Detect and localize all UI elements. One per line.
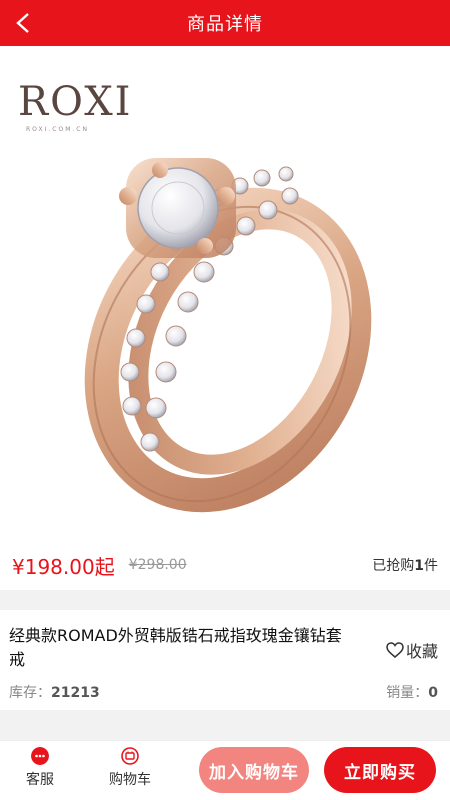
current-price: ¥198.00起 bbox=[12, 554, 115, 579]
stock-label: 库存： bbox=[9, 685, 51, 701]
favorite-label: 收藏 bbox=[405, 642, 438, 661]
sales-label: 销量： bbox=[386, 685, 429, 701]
product-image[interactable]: ROXI ROXI.COM.CN bbox=[0, 46, 450, 540]
customer-service-button[interactable]: 客服 bbox=[10, 747, 70, 789]
stock-info: 库存：21213 bbox=[9, 682, 100, 702]
product-info: 经典款ROMAD外贸韩版锆石戒指玫瑰金镶钻套戒 收藏 库存：21213 销量：0 bbox=[0, 610, 450, 710]
buy-now-button[interactable]: 立即购买 bbox=[324, 747, 436, 793]
price-row: ¥198.00起 ¥298.00 已抢购1件 bbox=[0, 540, 450, 590]
chat-bubble-icon bbox=[31, 747, 49, 765]
heart-icon bbox=[386, 642, 404, 658]
sold-count: 已抢购1件 bbox=[372, 555, 438, 575]
product-name: 经典款ROMAD外贸韩版锆石戒指玫瑰金镶钻套戒 bbox=[9, 626, 342, 669]
ring-illustration bbox=[84, 158, 372, 513]
product-meta: 库存：21213 销量：0 bbox=[9, 682, 438, 702]
cart-tab-label: 购物车 bbox=[109, 772, 151, 788]
page-title: 商品详情 bbox=[187, 14, 263, 35]
favorite-button[interactable]: 收藏 bbox=[386, 638, 438, 662]
sold-number: 1 bbox=[414, 558, 424, 574]
header-bar: 商品详情 bbox=[0, 0, 450, 46]
sold-suffix: 件 bbox=[424, 558, 438, 574]
stock-value: 21213 bbox=[51, 685, 100, 701]
back-button[interactable] bbox=[6, 6, 40, 40]
sold-prefix: 已抢购 bbox=[372, 558, 415, 574]
customer-service-label: 客服 bbox=[26, 772, 54, 788]
original-price: ¥298.00 bbox=[128, 557, 187, 573]
app-root: 商品详情 ROXI ROXI.COM.CN ¥198.00起 ¥298.00 已… bbox=[0, 0, 450, 800]
sales-value: 0 bbox=[428, 685, 438, 701]
add-to-cart-button[interactable]: 加入购物车 bbox=[199, 747, 309, 793]
sales-info: 销量：0 bbox=[386, 682, 438, 702]
bottom-action-bar: 客服 购物车 加入购物车 立即购买 bbox=[0, 740, 450, 800]
cart-icon bbox=[121, 747, 139, 765]
chevron-left-icon bbox=[16, 13, 29, 33]
cart-tab-button[interactable]: 购物车 bbox=[100, 747, 160, 789]
